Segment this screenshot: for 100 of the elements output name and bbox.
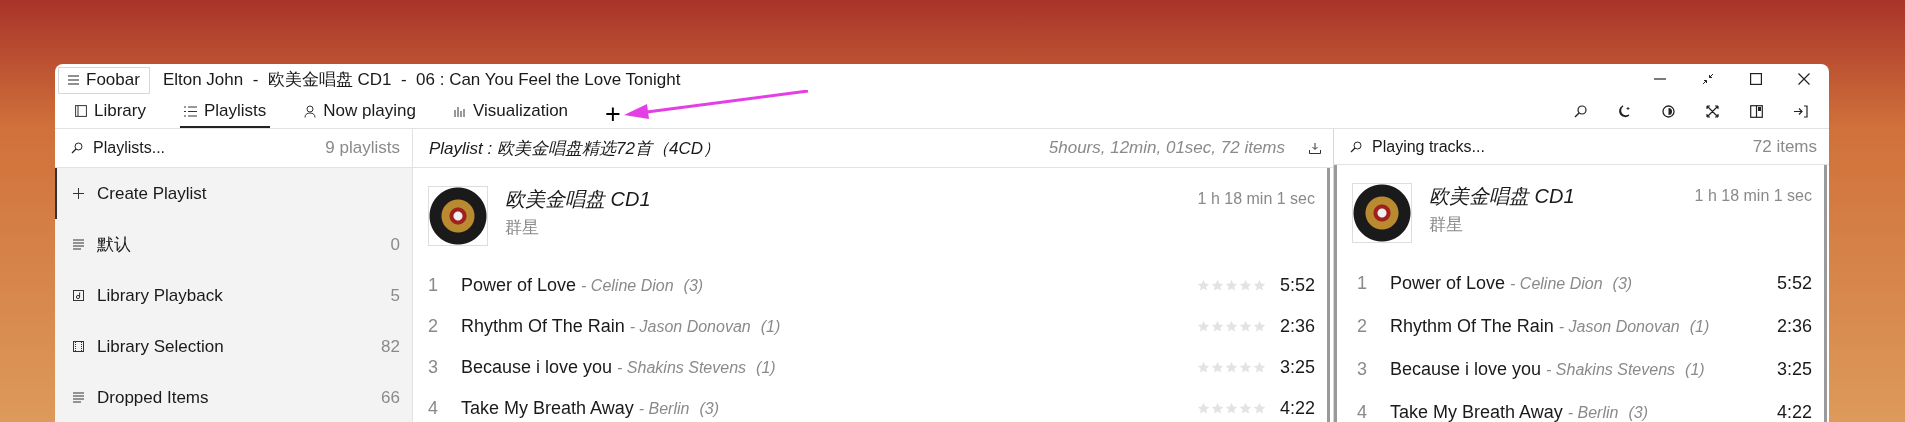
star-icon[interactable] — [1210, 320, 1224, 333]
track-duration: 3:25 — [1776, 359, 1812, 380]
track-number: 1 — [428, 275, 439, 296]
exit-icon[interactable] — [1794, 105, 1808, 118]
star-icon[interactable] — [1196, 361, 1210, 374]
track-row[interactable]: 2 Rhythm Of The Rain - Jason Donovan (1) 2:36 — [1337, 305, 1824, 348]
track-title: Rhythm Of The Rain — [461, 316, 625, 337]
star-icon[interactable] — [1224, 320, 1238, 333]
play-count: (3) — [699, 399, 720, 418]
close-icon[interactable] — [1798, 73, 1810, 85]
star-icon[interactable] — [1252, 279, 1266, 292]
track-number: 2 — [428, 316, 439, 337]
track-number: 4 — [428, 398, 439, 419]
album-duration: 1 h 18 min 1 sec — [1197, 190, 1315, 208]
track-title: Rhythm Of The Rain — [1390, 316, 1554, 337]
list-icon — [73, 392, 84, 403]
playlist-item[interactable]: 默认 0 — [55, 219, 412, 270]
album-duration: 1 h 18 min 1 sec — [1694, 187, 1812, 205]
star-icon[interactable] — [1210, 361, 1224, 374]
nav-tab[interactable]: Library — [71, 101, 150, 128]
track-artist: - Jason Donovan — [1558, 317, 1680, 336]
star-icon[interactable] — [1196, 320, 1210, 333]
track-duration: 5:52 — [1776, 273, 1812, 294]
star-icon[interactable] — [1196, 402, 1210, 415]
nav-tab[interactable]: Now playing — [300, 101, 420, 128]
track-artist: - Celine Dion — [581, 276, 674, 295]
search-field[interactable]: Playlists... — [93, 139, 316, 157]
compact-arrows-icon[interactable] — [1702, 73, 1714, 85]
window-title: Elton John - 欧美金唱盘 CD1 - 06 : Can You Feel the Love Tonight — [162, 68, 681, 91]
nav-tab[interactable]: Visualization — [449, 101, 573, 128]
moon-icon[interactable] — [1618, 105, 1631, 118]
track-artist: - Berlin — [638, 399, 690, 418]
track-number: 2 — [1357, 316, 1368, 337]
list-icon — [73, 239, 84, 250]
track-row[interactable]: 4 Take My Breath Away - Berlin (3) 4:22 — [1337, 391, 1824, 422]
star-icon[interactable] — [1252, 320, 1266, 333]
star-icon[interactable] — [1224, 361, 1238, 374]
fullscreen-icon[interactable] — [1706, 105, 1719, 118]
star-icon[interactable] — [1252, 402, 1266, 415]
search-field[interactable]: Playing tracks... — [1372, 137, 1743, 156]
album-title: 欧美金唱盘 CD1 — [505, 187, 651, 212]
star-icon[interactable] — [1210, 402, 1224, 415]
track-artist: - Shakins Stevens — [1546, 360, 1676, 379]
playlist-title: Playlist : 欧美金唱盘精选72首（4CD） — [429, 137, 721, 160]
list-icon — [183, 105, 197, 117]
split-layout-icon[interactable] — [1750, 105, 1763, 118]
track-row[interactable]: 2 Rhythm Of The Rain - Jason Donovan (1) 2:36 — [413, 306, 1327, 347]
track-number: 1 — [1357, 273, 1368, 294]
star-icon[interactable] — [1224, 279, 1238, 292]
playlist-item[interactable]: Dropped Items 66 — [55, 372, 412, 422]
track-row[interactable]: 1 Power of Love - Celine Dion (3) 5:52 — [413, 265, 1327, 306]
track-duration: 4:22 — [1776, 402, 1812, 422]
star-icon[interactable] — [1238, 279, 1252, 292]
track-row[interactable]: 3 Because i love you - Shakins Stevens (1) 3:25 — [413, 347, 1327, 388]
track-duration: 2:36 — [1776, 316, 1812, 337]
nav-tab[interactable]: Playlists — [179, 101, 271, 128]
search-icon[interactable] — [1574, 105, 1587, 118]
library-icon — [75, 105, 87, 117]
item-count: 5 — [390, 285, 400, 306]
star-icon[interactable] — [1238, 361, 1252, 374]
item-count: 66 — [381, 387, 400, 408]
star-icon[interactable] — [1210, 279, 1224, 292]
album-title: 欧美金唱盘 CD1 — [1429, 184, 1575, 209]
plus-icon — [73, 188, 84, 199]
track-title: Take My Breath Away — [461, 398, 634, 419]
item-count: 82 — [381, 336, 400, 357]
track-row[interactable]: 1 Power of Love - Celine Dion (3) 5:52 — [1337, 262, 1824, 305]
play-count: (1) — [756, 358, 777, 377]
star-icon[interactable] — [1238, 402, 1252, 415]
star-icon[interactable] — [1252, 361, 1266, 374]
star-icon[interactable] — [1196, 279, 1210, 292]
maximize-icon[interactable] — [1750, 73, 1762, 85]
track-title: Power of Love — [1390, 273, 1506, 294]
app-menu-button[interactable]: Foobar — [58, 66, 150, 94]
track-number: 4 — [1357, 402, 1368, 422]
track-artist: - Berlin — [1567, 403, 1619, 422]
add-tab-button[interactable]: + — [602, 100, 624, 128]
minimize-icon[interactable] — [1654, 78, 1666, 80]
download-icon[interactable] — [1309, 142, 1321, 154]
playlist-item[interactable]: Library Selection 82 — [55, 321, 412, 372]
track-duration: 3:25 — [1279, 357, 1315, 378]
note-square-icon — [73, 290, 84, 301]
play-count: (1) — [760, 317, 782, 336]
playlist-count: 9 playlists — [325, 138, 400, 158]
play-count: (1) — [1689, 317, 1711, 336]
play-count: (3) — [1612, 274, 1634, 293]
play-count: (3) — [1628, 403, 1649, 422]
track-row[interactable]: 4 Take My Breath Away - Berlin (3) 4:22 — [413, 388, 1327, 422]
play-count: (3) — [683, 276, 705, 295]
star-icon[interactable] — [1224, 402, 1238, 415]
track-artist: - Shakins Stevens — [617, 358, 747, 377]
track-duration: 4:22 — [1279, 398, 1315, 419]
search-icon — [1350, 140, 1362, 153]
playlist-item[interactable]: Create Playlist — [55, 168, 412, 219]
contrast-icon[interactable] — [1662, 105, 1675, 118]
playlist-item[interactable]: Library Playback 5 — [55, 270, 412, 321]
star-icon[interactable] — [1238, 320, 1252, 333]
track-count: 72 items — [1752, 136, 1817, 157]
album-artist: 群星 — [1429, 214, 1464, 236]
track-row[interactable]: 3 Because i love you - Shakins Stevens (1) 3:25 — [1337, 348, 1824, 391]
